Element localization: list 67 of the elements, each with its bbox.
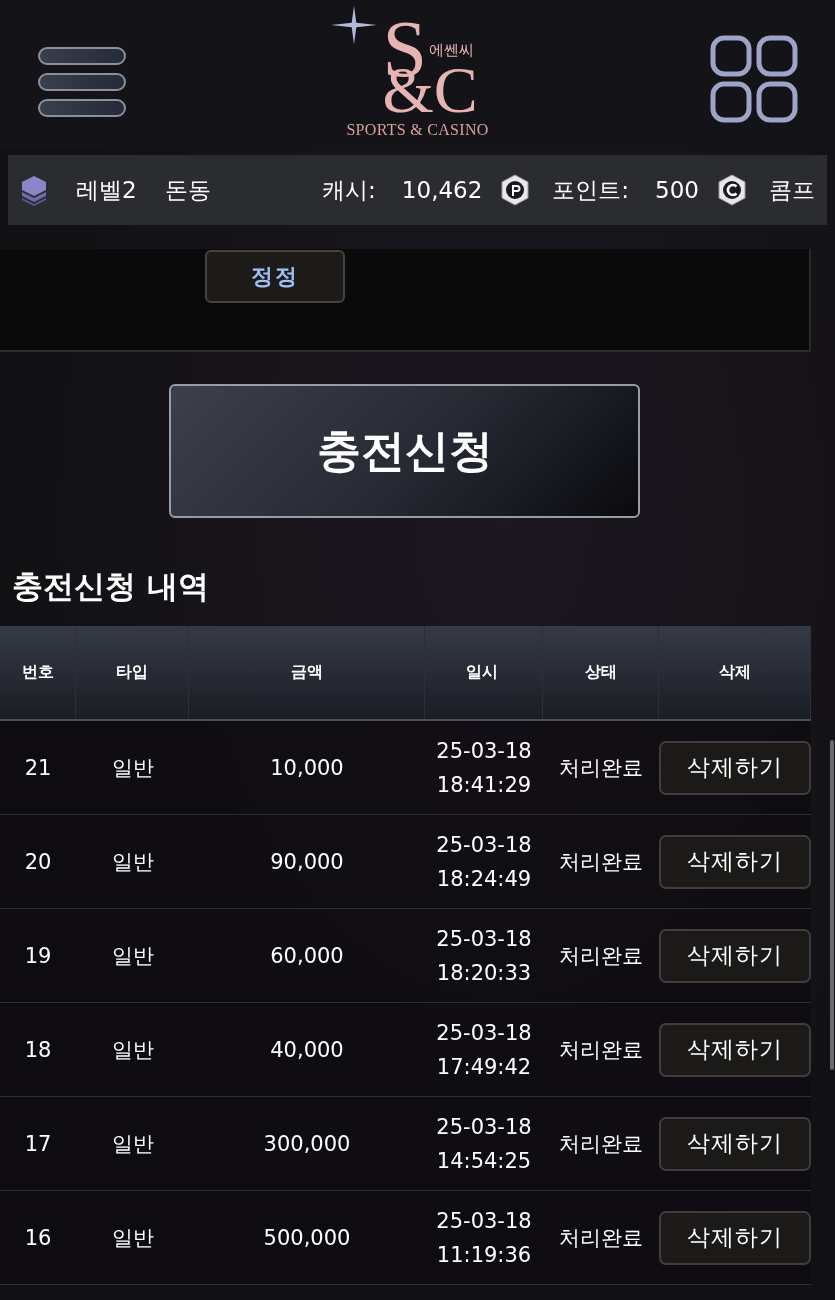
table-cell-text: 16 <box>23 1224 53 1252</box>
table-cell-text: 일반 <box>110 1224 155 1252</box>
column-header: 타입 <box>76 626 189 719</box>
cash-label: 캐시: <box>322 175 376 205</box>
delete-button[interactable]: 삭제하기 <box>659 928 811 983</box>
menu-icon <box>38 45 126 117</box>
cash-amount: 10,462 <box>401 177 483 203</box>
delete-button[interactable]: 삭제하기 <box>659 1022 811 1077</box>
date-text: 25-03-18 <box>436 831 532 859</box>
comp-label: 콤프 <box>769 175 815 205</box>
date-text: 25-03-18 <box>436 1019 532 1047</box>
time-text: 17:49:42 <box>436 1053 532 1081</box>
time-text: 18:41:29 <box>436 771 532 799</box>
username: 돈동 <box>164 175 211 205</box>
column-header: 번호 <box>0 626 76 719</box>
time-text: 14:54:25 <box>436 1147 532 1175</box>
table-cell-text: 일반 <box>110 848 155 876</box>
table-cell-text: 20 <box>23 848 53 876</box>
table-cell-text: 처리완료 <box>558 1036 644 1064</box>
table-cell-text: 19 <box>23 942 53 970</box>
comp-coin-icon <box>717 174 747 206</box>
table-cell-text: 60,000 <box>269 942 345 970</box>
table-cell-text: 18 <box>23 1036 53 1064</box>
menu-button[interactable] <box>38 45 126 117</box>
level-label: 레벨2 <box>76 175 137 205</box>
table-cell-text: 17 <box>23 1130 53 1158</box>
date-text: 25-03-18 <box>436 1207 532 1235</box>
delete-button[interactable]: 삭제하기 <box>659 740 811 795</box>
date-text: 25-03-18 <box>436 925 532 953</box>
table-cell-text: 90,000 <box>269 848 345 876</box>
logo-korean: 에쎈씨 <box>428 41 474 60</box>
point-coin-icon <box>500 174 531 206</box>
table-cell-text: 300,000 <box>262 1130 352 1158</box>
layers-icon <box>20 174 48 206</box>
delete-button[interactable]: 삭제하기 <box>659 1116 811 1171</box>
table-cell-text: 처리완료 <box>558 1224 644 1252</box>
column-header: 상태 <box>543 626 659 719</box>
time-text: 11:19:36 <box>436 1241 532 1269</box>
table-cell-text: 처리완료 <box>558 754 644 782</box>
table-cell-text: 처리완료 <box>558 942 644 970</box>
point-label: 포인트: <box>552 175 630 205</box>
delete-button[interactable]: 삭제하기 <box>659 1210 811 1265</box>
column-header: 삭제 <box>659 626 811 719</box>
date-text: 25-03-18 <box>436 1113 532 1141</box>
column-header: 일시 <box>425 626 543 719</box>
table-cell-text: 처리완료 <box>558 1130 644 1158</box>
correct-button[interactable]: 정정 <box>205 250 345 303</box>
table-cell-text: 일반 <box>110 1130 155 1158</box>
table-cell-text: 일반 <box>110 754 155 782</box>
point-amount: 500 <box>655 177 699 203</box>
table-cell-text: 일반 <box>110 942 155 970</box>
table-cell-text: 처리완료 <box>558 848 644 876</box>
date-text: 25-03-18 <box>436 737 532 765</box>
table-cell-text: 500,000 <box>262 1224 352 1252</box>
table-cell-text: 일반 <box>110 1036 155 1064</box>
apps-button[interactable] <box>709 34 799 124</box>
delete-button[interactable]: 삭제하기 <box>659 834 811 889</box>
grid-icon <box>709 34 799 124</box>
column-header: 금액 <box>189 626 425 719</box>
table-cell-text: 21 <box>23 754 53 782</box>
time-text: 18:24:49 <box>436 865 532 893</box>
table-cell-text: 40,000 <box>269 1036 345 1064</box>
section-title: 충전신청 내역 <box>12 567 210 606</box>
table-cell-text: 10,000 <box>269 754 345 782</box>
submit-button[interactable]: 충전신청 <box>169 384 640 518</box>
logo-tagline: SPORTS & CASINO <box>346 121 489 139</box>
time-text: 18:20:33 <box>436 959 532 987</box>
